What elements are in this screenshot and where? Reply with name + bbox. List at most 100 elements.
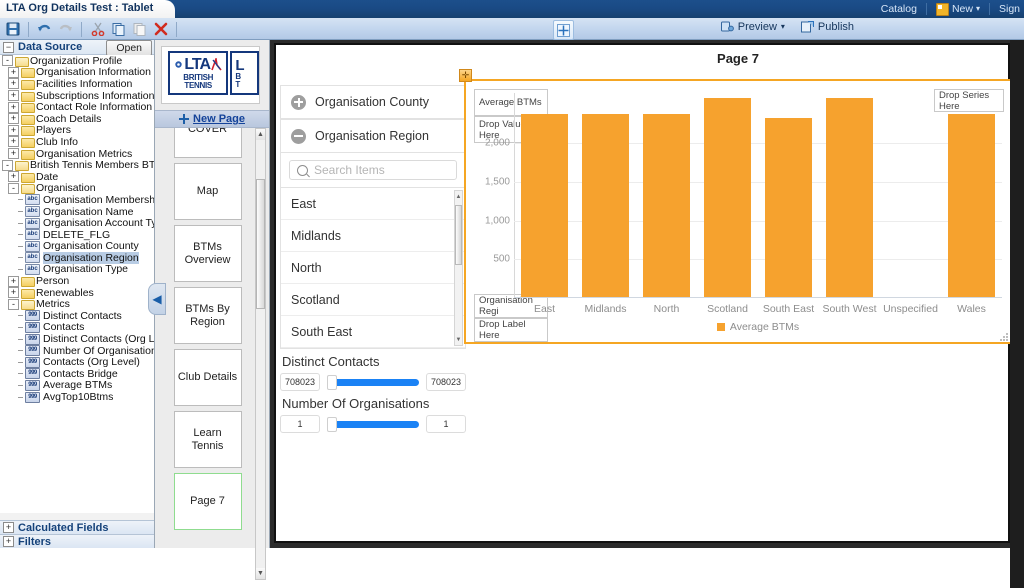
tree-toggle-icon[interactable]: + bbox=[8, 90, 19, 102]
tree-toggle-icon[interactable]: + bbox=[8, 171, 19, 183]
cut-icon[interactable] bbox=[89, 21, 106, 38]
bar[interactable] bbox=[521, 113, 568, 297]
tree-node[interactable]: 999 Average BTMs bbox=[0, 379, 154, 391]
expand-icon[interactable]: + bbox=[3, 522, 14, 533]
max-value-input[interactable]: 1 bbox=[426, 415, 466, 433]
tree-node[interactable]: abc Organisation Name bbox=[0, 206, 154, 218]
new-page-label[interactable]: New Page bbox=[193, 113, 245, 125]
page-thumbnail[interactable]: Map bbox=[173, 163, 242, 220]
chart-container[interactable]: ✛ Average BTMs Drop Value Here Drop Seri… bbox=[459, 69, 1012, 344]
tree-node[interactable]: 999Distinct Contacts (Org Level) bbox=[0, 333, 154, 345]
redo-icon[interactable] bbox=[57, 21, 74, 38]
tree-node[interactable]: + Contact Role Information bbox=[0, 101, 154, 114]
tree-node[interactable]: + Subscriptions Information bbox=[0, 90, 154, 102]
tree-node[interactable]: 999 AvgTop10Btms bbox=[0, 391, 154, 403]
page-thumbnail[interactable]: BTMs Overview bbox=[173, 225, 242, 282]
tree-toggle-icon[interactable]: + bbox=[8, 78, 19, 90]
tree-node[interactable]: + Date bbox=[0, 171, 154, 183]
canvas-scrollbar[interactable] bbox=[1010, 40, 1024, 588]
slider-handle[interactable] bbox=[327, 416, 337, 432]
tree-node[interactable]: 999 Number Of Organisations bbox=[0, 345, 154, 357]
bar[interactable] bbox=[704, 98, 751, 297]
bar[interactable] bbox=[826, 98, 873, 297]
add-panel-icon[interactable] bbox=[553, 20, 574, 40]
scrollbar-thumb[interactable] bbox=[455, 205, 462, 265]
tree-toggle-icon[interactable]: + bbox=[8, 113, 19, 125]
tree-node[interactable]: abcOrganisation Membership Nu bbox=[0, 194, 154, 206]
tree-node[interactable]: 999 Distinct Contacts bbox=[0, 310, 154, 322]
slider-handle[interactable] bbox=[327, 374, 337, 390]
calculated-fields-section[interactable]: + Calculated Fields bbox=[0, 520, 154, 534]
tree-toggle-icon[interactable]: + bbox=[8, 275, 19, 287]
collapse-circle-icon[interactable] bbox=[291, 128, 306, 144]
bar[interactable] bbox=[582, 113, 629, 297]
expand-circle-icon[interactable] bbox=[291, 94, 306, 110]
bar[interactable] bbox=[948, 113, 995, 297]
data-source-tree[interactable]: - Organization Profile + Organisation Infor… bbox=[0, 55, 154, 513]
tree-node[interactable]: + Person bbox=[0, 275, 154, 288]
tree-toggle-icon[interactable]: + bbox=[8, 148, 19, 160]
document-tab[interactable]: LTA Org Details Test : Tablet bbox=[0, 0, 176, 18]
page-thumbnail[interactable]: Club Details bbox=[173, 349, 242, 406]
tree-toggle-icon[interactable]: - bbox=[2, 55, 13, 67]
save-icon[interactable] bbox=[4, 21, 21, 38]
page-thumbnail-list[interactable]: COVER Map BTMs Overview BTMs By Region Club … bbox=[155, 128, 260, 548]
tree-node[interactable]: + Club Info bbox=[0, 136, 154, 148]
tree-node[interactable]: + Coach Details bbox=[0, 113, 154, 125]
region-list-item[interactable]: Scotland bbox=[281, 284, 465, 316]
region-list-item[interactable]: South East bbox=[281, 316, 465, 348]
tree-node[interactable]: abcOrganisation Account Type bbox=[0, 217, 154, 229]
open-button[interactable]: Open bbox=[106, 40, 152, 56]
region-list-item[interactable]: East bbox=[281, 188, 465, 220]
tree-node[interactable]: + Renewables bbox=[0, 287, 154, 299]
signin-link[interactable]: Sign bbox=[999, 3, 1020, 15]
tree-node[interactable]: abc DELETE_FLG bbox=[0, 229, 154, 241]
pages-scrollbar[interactable]: ▲ ▼ bbox=[255, 128, 266, 580]
tree-toggle-icon[interactable]: + bbox=[8, 287, 19, 299]
tree-node[interactable]: - Organization Profile bbox=[0, 55, 154, 67]
delete-icon[interactable] bbox=[152, 21, 169, 38]
undo-icon[interactable] bbox=[36, 21, 53, 38]
page-thumbnail[interactable]: Learn Tennis bbox=[173, 411, 242, 468]
tree-node[interactable]: + Organisation Metrics bbox=[0, 148, 154, 160]
publish-button[interactable]: Publish bbox=[800, 21, 854, 33]
bar[interactable] bbox=[765, 117, 812, 297]
scroll-up-icon[interactable]: ▲ bbox=[455, 191, 462, 202]
paste-icon[interactable] bbox=[131, 21, 148, 38]
resize-grip-icon[interactable] bbox=[1000, 333, 1008, 341]
expand-icon[interactable]: + bbox=[3, 536, 14, 547]
catalog-link[interactable]: Catalog bbox=[881, 3, 917, 15]
page-thumbnail[interactable]: BTMs By Region bbox=[173, 287, 242, 344]
tree-toggle-icon[interactable]: + bbox=[8, 136, 19, 148]
page-thumbnail[interactable]: Page 7 bbox=[173, 473, 242, 530]
panel-collapse-handle[interactable]: ◀ bbox=[148, 283, 166, 315]
bar[interactable] bbox=[643, 113, 690, 297]
search-input[interactable]: Search Items bbox=[289, 160, 457, 180]
region-list-item[interactable]: Midlands bbox=[281, 220, 465, 252]
copy-icon[interactable] bbox=[110, 21, 127, 38]
preview-button[interactable]: Preview ▾ bbox=[720, 21, 785, 33]
collapse-toggle-icon[interactable]: − bbox=[3, 41, 14, 53]
tree-toggle-icon[interactable]: - bbox=[2, 159, 13, 171]
move-handle-icon[interactable]: ✛ bbox=[459, 69, 472, 82]
tree-toggle-icon[interactable]: + bbox=[8, 124, 19, 136]
min-value-input[interactable]: 1 bbox=[280, 415, 320, 433]
prompt-organisation-county[interactable]: Organisation County bbox=[280, 85, 466, 119]
tree-node[interactable]: + Players bbox=[0, 124, 154, 137]
new-page-button[interactable]: New Page bbox=[155, 110, 269, 128]
tree-toggle-icon[interactable]: - bbox=[8, 298, 19, 310]
tree-node[interactable]: + Organisation Information bbox=[0, 66, 154, 79]
tree-node[interactable]: + Facilities Information bbox=[0, 78, 154, 90]
tree-node[interactable]: - Metrics bbox=[0, 298, 154, 311]
max-value-input[interactable]: 708023 bbox=[426, 373, 466, 391]
page-thumbnail[interactable]: COVER bbox=[173, 128, 242, 158]
scroll-down-icon[interactable]: ▼ bbox=[455, 334, 462, 345]
new-button[interactable]: New ▾ bbox=[935, 2, 980, 16]
min-value-input[interactable]: 708023 bbox=[280, 373, 320, 391]
range-slider[interactable] bbox=[327, 415, 419, 433]
tree-toggle-icon[interactable]: + bbox=[8, 101, 19, 113]
region-list-scrollbar[interactable]: ▲ ▼ bbox=[454, 190, 463, 346]
tree-node[interactable]: - British Tennis Members BTMSH bbox=[0, 159, 154, 172]
region-list-item[interactable]: North bbox=[281, 252, 465, 284]
scroll-down-icon[interactable]: ▼ bbox=[256, 568, 265, 579]
